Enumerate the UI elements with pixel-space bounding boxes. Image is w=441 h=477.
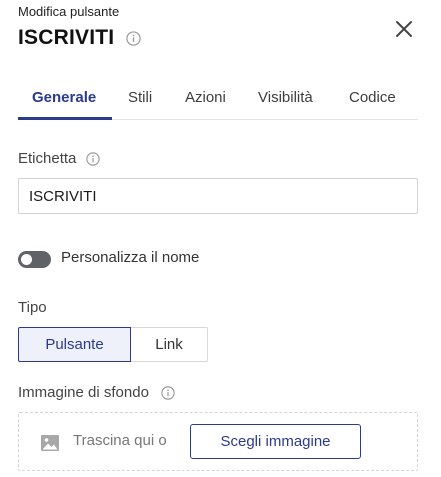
- title-row: ISCRIVITI: [18, 26, 141, 50]
- edit-button-panel: Modifica pulsante ISCRIVITI Generale Sti…: [0, 0, 441, 477]
- toggle-knob: [21, 254, 32, 265]
- customize-name-toggle[interactable]: [18, 251, 51, 268]
- image-dropzone[interactable]: Trascina qui o Scegli immagine: [18, 412, 418, 471]
- panel-subtitle: Modifica pulsante: [18, 4, 120, 19]
- background-caption-text: Immagine di sfondo: [18, 384, 149, 401]
- panel-title: ISCRIVITI: [18, 26, 115, 49]
- label-field-caption: Etichetta: [18, 150, 101, 167]
- info-icon[interactable]: [161, 385, 175, 400]
- tab-stili[interactable]: Stili: [128, 89, 152, 106]
- tab-bar: Generale Stili Azioni Visibilità Codice: [18, 86, 418, 120]
- label-input[interactable]: [18, 178, 418, 214]
- type-option-pulsante[interactable]: Pulsante: [18, 327, 131, 362]
- tab-generale[interactable]: Generale: [32, 89, 96, 106]
- image-icon: [41, 435, 59, 451]
- active-tab-indicator: [18, 117, 112, 120]
- tab-codice[interactable]: Codice: [349, 89, 396, 106]
- type-option-link[interactable]: Link: [131, 327, 208, 362]
- customize-name-label: Personalizza il nome: [61, 249, 200, 266]
- type-caption: Tipo: [18, 299, 47, 316]
- background-image-caption: Immagine di sfondo: [18, 384, 175, 401]
- choose-image-button[interactable]: Scegli immagine: [190, 424, 361, 459]
- dropzone-text: Trascina qui o: [73, 432, 167, 449]
- close-icon[interactable]: [394, 19, 414, 39]
- info-icon[interactable]: [126, 30, 141, 46]
- tab-azioni[interactable]: Azioni: [185, 89, 226, 106]
- tab-visibilita[interactable]: Visibilità: [258, 89, 313, 106]
- info-icon[interactable]: [86, 151, 101, 166]
- label-caption-text: Etichetta: [18, 150, 77, 167]
